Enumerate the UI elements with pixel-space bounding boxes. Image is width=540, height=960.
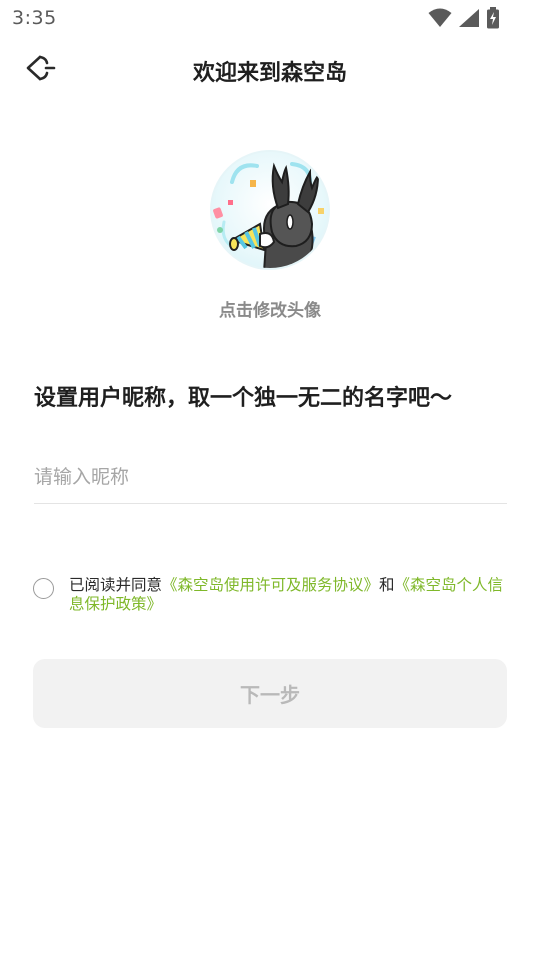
wifi-icon (428, 8, 452, 28)
agreement-prefix: 已阅读并同意 (69, 576, 163, 594)
page-title: 欢迎来到森空岛 (192, 61, 347, 86)
agreement-conjunction: 和 (379, 576, 395, 594)
signal-icon (458, 8, 480, 28)
agreement-checkbox[interactable] (33, 578, 54, 599)
avatar-hint[interactable]: 点击修改头像 (0, 296, 540, 321)
avatar-button[interactable] (210, 150, 330, 270)
status-time: 3:35 (12, 7, 57, 29)
avatar-image (213, 162, 324, 268)
next-step-button[interactable]: 下一步 (33, 659, 507, 728)
status-icons (428, 7, 500, 29)
nickname-prompt: 设置用户昵称，取一个独一无二的名字吧～ (34, 386, 453, 411)
status-bar: 3:35 (0, 0, 540, 36)
header: 欢迎来到森空岛 (0, 40, 540, 100)
battery-charging-icon (486, 7, 500, 29)
nickname-input[interactable] (34, 450, 507, 504)
terms-of-service-link[interactable]: 《森空岛使用许可及服务协议》 (162, 576, 379, 594)
agreement-text: 已阅读并同意《森空岛使用许可及服务协议》和《森空岛个人信息保护政策》 (69, 576, 509, 614)
